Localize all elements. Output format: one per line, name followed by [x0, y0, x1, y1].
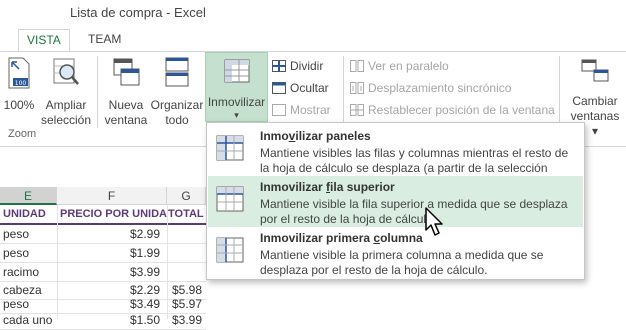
- freeze-panes-label: Inmovilizar: [207, 95, 266, 109]
- split-button[interactable]: Dividir: [272, 57, 323, 75]
- show-window-icon: [272, 104, 286, 116]
- show-button[interactable]: Mostrar: [272, 101, 331, 119]
- split-label: Dividir: [290, 59, 324, 73]
- freeze-panes-icon: [216, 135, 244, 161]
- zoom-selection-label-1: Ampliar: [45, 98, 87, 112]
- table-header-row: UNIDAD PRECIO POR UNIDAD TOTAL: [0, 205, 206, 225]
- freeze-top-row-icon: [216, 186, 244, 212]
- arrange-all-label-1: Organizar: [150, 98, 204, 112]
- column-header-e[interactable]: E: [0, 187, 57, 205]
- header-total[interactable]: TOTAL: [168, 208, 206, 220]
- freeze-panes-icon: [224, 59, 249, 83]
- menu-item-freeze-top-row[interactable]: Inmovilizar fila superior Mantiene visib…: [208, 176, 583, 227]
- ribbon-separator: [559, 56, 560, 128]
- chevron-down-icon: ▾: [234, 110, 239, 120]
- cell-precio[interactable]: $3.99: [130, 265, 160, 279]
- zoom-selection-icon: [53, 58, 79, 85]
- split-icon: [272, 60, 286, 72]
- side-by-side-icon: [350, 60, 364, 72]
- arrange-all-icon: [165, 57, 189, 87]
- switch-windows-icon: [581, 59, 609, 82]
- cell-precio[interactable]: $3.49: [130, 297, 160, 311]
- menu-item-freeze-panes[interactable]: Inmovilizar paneles Mantiene visibles la…: [208, 125, 583, 190]
- reset-position-label: Restablecer posición de la ventana: [368, 103, 555, 117]
- arrange-all-button[interactable]: Organizar todo: [150, 56, 204, 128]
- sync-scroll-icon: [350, 82, 364, 94]
- cell-total[interactable]: $3.99: [172, 313, 202, 327]
- reset-position-icon: [350, 104, 364, 116]
- table-row: peso $1.99: [0, 244, 206, 263]
- new-window-icon: [113, 58, 140, 86]
- zoom-100-button[interactable]: 100 100%: [2, 56, 36, 113]
- cell-unidad[interactable]: racimo: [3, 265, 39, 279]
- cell-total[interactable]: $5.97: [172, 297, 202, 311]
- cell-precio[interactable]: $2.99: [130, 227, 160, 241]
- group-zoom-label: Zoom: [8, 128, 37, 140]
- hide-window-icon: [272, 82, 286, 94]
- menu-item-freeze-first-column[interactable]: Inmovilizar primera columna Mantiene vis…: [208, 227, 583, 278]
- sync-scroll-label: Desplazamiento sincrónico: [368, 81, 512, 95]
- switch-windows-label-1: Cambiar: [572, 94, 618, 108]
- cell-precio[interactable]: $1.50: [130, 313, 160, 327]
- window-title: Lista de compra - Excel: [70, 5, 206, 20]
- cell-unidad[interactable]: peso: [3, 227, 29, 241]
- header-unidad[interactable]: UNIDAD: [3, 208, 57, 220]
- zoom-100-label: 100%: [3, 98, 35, 112]
- menu-item-title: Inmovilizar fila superior: [260, 180, 395, 194]
- column-header-g[interactable]: G: [167, 187, 206, 205]
- table-row: peso $2.99: [0, 225, 206, 244]
- new-window-label-2: ventana: [104, 113, 148, 127]
- zoom-selection-label-2: selección: [40, 113, 92, 127]
- cell-unidad[interactable]: peso: [3, 297, 29, 311]
- zoom-100-icon: 100: [8, 57, 30, 89]
- menu-item-description: Mantiene visible la primera columna a me…: [260, 248, 544, 277]
- cell-precio[interactable]: $1.99: [130, 246, 160, 260]
- column-header-bar: E F G: [0, 187, 206, 205]
- hide-button[interactable]: Ocultar: [272, 79, 329, 97]
- hide-label: Ocultar: [290, 81, 329, 95]
- header-precio-por-unidad[interactable]: PRECIO POR UNIDAD: [60, 208, 167, 220]
- ribbon-separator: [97, 56, 98, 128]
- menu-item-description: Mantiene visible la fila superior a medi…: [260, 197, 568, 226]
- freeze-first-column-icon: [216, 237, 244, 263]
- freeze-panes-button[interactable]: Inmovilizar ▾: [205, 52, 268, 122]
- tab-team[interactable]: TEAM: [80, 29, 129, 51]
- table-row: cada uno $1.50 $3.99: [0, 311, 206, 330]
- menu-item-title: Inmovilizar paneles: [260, 129, 371, 143]
- freeze-panes-menu: Inmovilizar paneles Mantiene visibles la…: [206, 122, 585, 280]
- column-header-f[interactable]: F: [57, 187, 167, 205]
- table-row: racimo $3.99: [0, 263, 206, 282]
- cell-unidad[interactable]: cada uno: [3, 313, 52, 327]
- view-side-by-side-button[interactable]: Ver en paralelo: [350, 57, 449, 75]
- new-window-button[interactable]: Nueva ventana: [102, 56, 150, 128]
- new-window-label-1: Nueva: [108, 98, 144, 112]
- zoom-selection-button[interactable]: Ampliar selección: [40, 56, 92, 128]
- svg-text:100: 100: [15, 80, 27, 87]
- sync-scroll-button[interactable]: Desplazamiento sincrónico: [350, 79, 511, 97]
- menu-item-title: Inmovilizar primera columna: [260, 231, 423, 245]
- show-label: Mostrar: [290, 103, 331, 117]
- mouse-pointer-icon: [425, 207, 443, 236]
- reset-window-position-button[interactable]: Restablecer posición de la ventana: [350, 101, 555, 119]
- ribbon-separator: [343, 56, 344, 128]
- cell-unidad[interactable]: peso: [3, 246, 29, 260]
- arrange-all-label-2: todo: [165, 113, 189, 127]
- side-by-side-label: Ver en paralelo: [368, 59, 449, 73]
- tab-vista[interactable]: VISTA: [18, 29, 70, 53]
